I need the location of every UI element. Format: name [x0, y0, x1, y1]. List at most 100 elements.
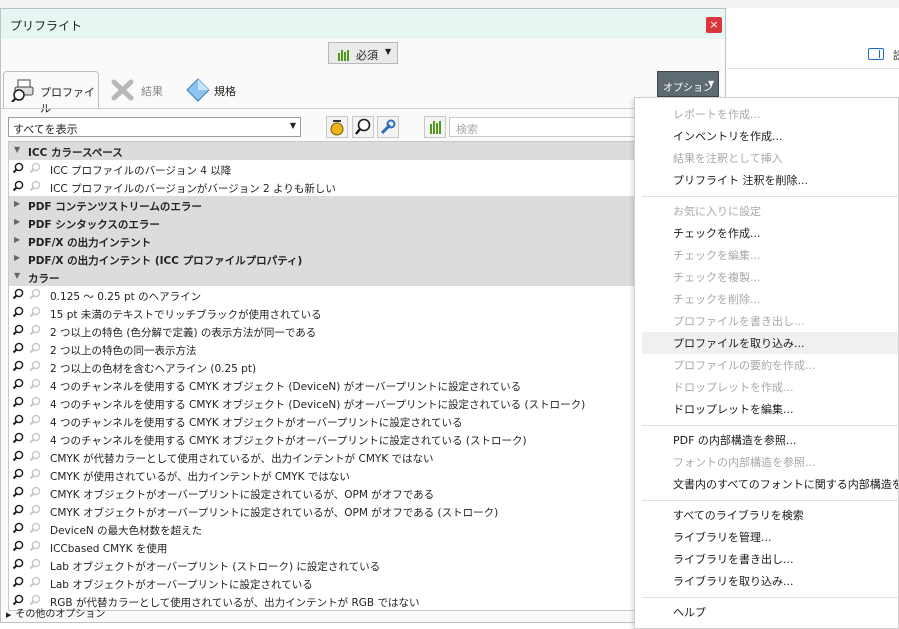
- menu-separator: [642, 425, 898, 426]
- check-row[interactable]: 4 つのチャンネルを使用する CMYK オブジェクトがオーバープリントに設定され…: [9, 430, 639, 448]
- menu-separator: [642, 500, 898, 501]
- menu-item: お気に入りに設定: [673, 205, 761, 218]
- menu-item[interactable]: ヘルプ: [673, 604, 706, 620]
- menu-item[interactable]: プロファイルを取り込み...: [673, 335, 805, 351]
- magnifier-outline-icon: [29, 396, 41, 408]
- magnifier-icon: [12, 432, 24, 444]
- check-row[interactable]: DeviceN の最大色材数を超えた: [9, 520, 639, 538]
- menu-separator: [642, 597, 898, 598]
- check-label: 4 つのチャンネルを使用する CMYK オブジェクト (DeviceN) がオー…: [50, 399, 586, 411]
- more-options-label: その他のオプション: [15, 609, 106, 620]
- magnifier-icon: [12, 486, 24, 498]
- tab-standards[interactable]: 規格: [186, 71, 256, 109]
- check-row[interactable]: CMYK が代替カラーとして使用されているが、出力インテントが CMYK ではな…: [9, 448, 639, 466]
- check-row[interactable]: ICC プロファイルのバージョンがバージョン 2 よりも新しい: [9, 178, 639, 196]
- category-label: PDF シンタックスのエラー: [28, 219, 160, 231]
- menu-item[interactable]: すべてのライブラリを検索: [673, 507, 804, 523]
- check-label: 4 つのチャンネルを使用する CMYK オブジェクトがオーバープリントに設定され…: [50, 435, 527, 447]
- search-input[interactable]: 検索: [449, 117, 639, 137]
- check-row[interactable]: CMYK が使用されているが、出力インテントが CMYK ではない: [9, 466, 639, 484]
- inspect-icon-button[interactable]: [352, 116, 374, 138]
- category-label: ICC カラースペース: [28, 147, 123, 159]
- edit-icon-button[interactable]: [326, 116, 348, 138]
- category-row[interactable]: ▶ PDF/X の出力インテント: [9, 232, 639, 250]
- magnifier-icon: [12, 522, 24, 534]
- check-row[interactable]: 2 つ以上の特色 (色分解で定義) の表示方法が同一である: [9, 322, 639, 340]
- check-row[interactable]: ICCbased CMYK を使用: [9, 538, 639, 556]
- diamond-icon: [186, 78, 210, 102]
- required-dropdown[interactable]: 必須 ▼: [328, 42, 398, 64]
- tab-profiles[interactable]: プロファイル: [3, 71, 99, 115]
- profile-list[interactable]: ▼ ICC カラースペース ICC プロファイルのバージョン 4 以降 ICC プロフ…: [8, 141, 640, 611]
- magnifier-icon: [12, 414, 24, 426]
- menu-item: レポートを作成...: [673, 108, 761, 121]
- check-row[interactable]: CMYK オブジェクトがオーバープリントに設定されているが、OPM がオフである: [9, 484, 639, 502]
- tab-standards-label: 規格: [214, 85, 236, 98]
- menu-item[interactable]: ライブラリを書き出し...: [673, 551, 794, 567]
- menu-item[interactable]: チェックを作成...: [673, 225, 761, 241]
- chevron-down-icon: ▼: [385, 47, 392, 56]
- menu-item[interactable]: インベントリを作成...: [673, 128, 783, 144]
- magnifier-icon: [12, 396, 24, 408]
- tab-results[interactable]: 結果: [109, 71, 179, 109]
- check-row[interactable]: 4 つのチャンネルを使用する CMYK オブジェクト (DeviceN) がオー…: [9, 394, 639, 412]
- triangle-down-icon[interactable]: ▼: [14, 145, 20, 154]
- category-row[interactable]: ▼ カラー: [9, 268, 639, 286]
- menu-item[interactable]: ライブラリを取り込み...: [673, 573, 794, 589]
- filter-value: すべてを表示: [13, 123, 78, 136]
- magnifier-outline-icon: [29, 450, 41, 462]
- filter-select[interactable]: すべてを表示 ▼: [8, 117, 301, 137]
- options-button[interactable]: オプション ▼: [657, 71, 719, 97]
- check-row[interactable]: 2 つ以上の色材を含むヘアライン (0.25 pt): [9, 358, 639, 376]
- menu-item: ドロップレットを作成...: [673, 381, 794, 394]
- magnifier-outline-icon: [29, 558, 41, 570]
- menu-item[interactable]: ドロップレットを編集...: [673, 401, 794, 417]
- category-row[interactable]: ▶ PDF コンテンツストリームのエラー: [9, 196, 639, 214]
- menu-item: プロファイルの要約を作成...: [673, 359, 816, 372]
- category-row[interactable]: ▶ PDF/X の出力インテント (ICC プロファイルプロパティ): [9, 250, 639, 268]
- menu-separator: [642, 196, 898, 197]
- settings-icon-button[interactable]: [377, 116, 399, 138]
- check-row[interactable]: Lab オブジェクトがオーバープリントに設定されている: [9, 574, 639, 592]
- magnifier-icon: [12, 468, 24, 480]
- check-row[interactable]: 2 つ以上の特色の同一表示方法: [9, 340, 639, 358]
- triangle-right-icon[interactable]: ▶: [14, 199, 20, 208]
- check-label: 2 つ以上の特色 (色分解で定義) の表示方法が同一である: [50, 327, 317, 339]
- magnifier-outline-icon: [29, 486, 41, 498]
- category-row[interactable]: ▼ ICC カラースペース: [9, 142, 639, 160]
- menu-item[interactable]: ライブラリを管理...: [673, 529, 772, 545]
- check-row[interactable]: 4 つのチャンネルを使用する CMYK オブジェクトがオーバープリントに設定され…: [9, 412, 639, 430]
- close-button[interactable]: ×: [706, 17, 722, 33]
- magnifier-icon: [12, 594, 24, 606]
- category-label: カラー: [28, 273, 60, 285]
- chart-icon-button[interactable]: [424, 116, 446, 138]
- check-row[interactable]: 4 つのチャンネルを使用する CMYK オブジェクト (DeviceN) がオー…: [9, 376, 639, 394]
- magnifier-outline-icon: [29, 414, 41, 426]
- check-row[interactable]: ICC プロファイルのバージョン 4 以降: [9, 160, 639, 178]
- magnifier-icon: [12, 360, 24, 372]
- magnifier-icon: [12, 378, 24, 390]
- search-placeholder: 検索: [456, 123, 478, 136]
- menu-item: チェックを複製...: [673, 271, 761, 284]
- tab-profiles-label: プロファイル: [40, 86, 95, 115]
- triangle-right-icon[interactable]: ▶: [14, 253, 20, 262]
- more-options-toggle[interactable]: ▶ その他のオプション: [6, 605, 105, 620]
- check-label: CMYK オブジェクトがオーバープリントに設定されているが、OPM がオフである: [50, 489, 435, 501]
- magnifier-icon: [12, 342, 24, 354]
- check-row[interactable]: 0.125 〜 0.25 pt のヘアライン: [9, 286, 639, 304]
- triangle-right-icon[interactable]: ▶: [14, 217, 20, 226]
- triangle-right-icon[interactable]: ▶: [14, 235, 20, 244]
- category-row[interactable]: ▶ PDF シンタックスのエラー: [9, 214, 639, 232]
- check-row[interactable]: 15 pt 未満のテキストでリッチブラックが使用されている: [9, 304, 639, 322]
- category-label: PDF/X の出力インテント (ICC プロファイルプロパティ): [28, 255, 303, 267]
- triangle-down-icon[interactable]: ▼: [14, 271, 20, 280]
- panel-toggle-icon[interactable]: [868, 48, 884, 60]
- menu-item[interactable]: プリフライト 注釈を削除...: [673, 172, 808, 188]
- check-row[interactable]: CMYK オブジェクトがオーバープリントに設定されているが、OPM がオフである…: [9, 502, 639, 520]
- check-row[interactable]: Lab オブジェクトがオーバープリント (ストローク) に設定されている: [9, 556, 639, 574]
- menu-item[interactable]: PDF の内部構造を参照...: [673, 432, 796, 448]
- check-label: 4 つのチャンネルを使用する CMYK オブジェクト (DeviceN) がオー…: [50, 381, 522, 393]
- magnifier-icon: [12, 288, 24, 300]
- menu-item[interactable]: 文書内のすべてのフォントに関する内部構造を参: [673, 476, 898, 492]
- check-label: DeviceN の最大色材数を超えた: [50, 525, 203, 537]
